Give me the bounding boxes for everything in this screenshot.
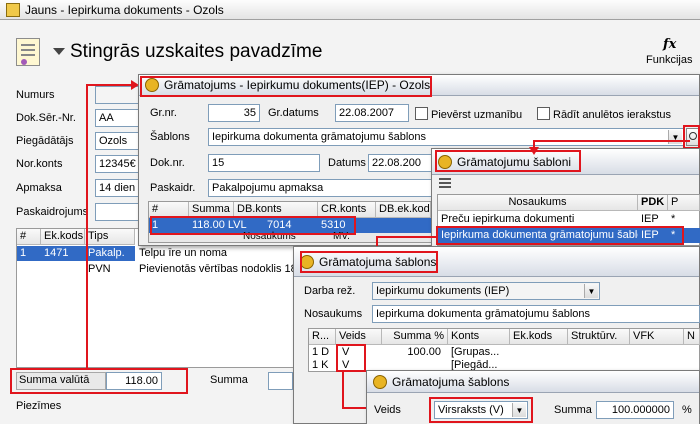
col-header-tips[interactable]: Tips (85, 229, 135, 245)
col-header-r[interactable]: R... (309, 329, 336, 345)
row-summa: 100.00 (407, 346, 441, 358)
veids-label: Veids (374, 404, 401, 416)
document-icon[interactable] (16, 38, 40, 66)
row-num: 1 (20, 247, 27, 259)
gr-nr-label: Gr.nr. (150, 107, 177, 119)
highlight-window-title (300, 251, 438, 273)
paskaidr-field[interactable]: Pakalpojumu apmaksa (208, 179, 432, 197)
connector-line (86, 84, 88, 368)
datums-label: Datums (328, 157, 366, 169)
row-r[interactable]: 1 K (309, 358, 336, 373)
connector-line (376, 236, 436, 238)
functions-button[interactable]: Funkcijas (646, 54, 692, 66)
dok-ser-label: Dok.Sēr.-Nr. (16, 112, 76, 124)
connector-line (86, 84, 136, 86)
dok-nr-label: Dok.nr. (150, 157, 185, 169)
sablons-select[interactable]: Iepirkuma dokumenta grāmatojumu šablons … (208, 128, 684, 146)
highlight-lookup-button (683, 125, 700, 149)
darba-rez-value: Iepirkumu dokuments (IEP) (376, 285, 510, 297)
nor-konts-field[interactable]: 12345€ (95, 155, 140, 173)
pievērst-label: Pievērst uzmanību (431, 109, 523, 121)
col-header-pdk[interactable]: PDK (638, 195, 668, 211)
col-header-summa[interactable]: Summa % (382, 329, 448, 345)
highlight-window-title (140, 76, 432, 97)
highlight-entry-row (150, 216, 356, 235)
col-header-n[interactable]: N (684, 329, 700, 345)
summa-field[interactable] (268, 372, 293, 390)
col-header-num[interactable]: # (17, 229, 41, 245)
col-header-veids[interactable]: Veids (336, 329, 382, 345)
arrow-down-icon (529, 147, 539, 155)
main-window-title: Jauns - Iepirkuma dokuments - Ozols (25, 2, 224, 17)
col-header-ekkods[interactable]: Ek.kods (41, 229, 85, 245)
highlight-summa-box (10, 368, 188, 394)
summa-label: Summa (210, 374, 248, 386)
nosaukums-label: Nosaukums (304, 308, 363, 320)
piezimes-label: Piezīmes (16, 400, 62, 412)
summa-field[interactable]: 100.000000 (596, 401, 674, 419)
col-header-strukturv[interactable]: Struktūrv. (568, 329, 630, 345)
apmaksa-field[interactable]: 14 dien (95, 179, 140, 197)
datums-field[interactable]: 22.08.200 (368, 154, 432, 172)
highlight-window-title (435, 150, 581, 172)
heading-dropdown-icon[interactable] (53, 48, 65, 55)
row-tips: PVN (88, 263, 111, 275)
list-view-icon[interactable] (439, 178, 451, 188)
darba-rez-label: Darba rež. (304, 285, 356, 297)
paskaidrojums-label: Paskaidrojums (16, 206, 89, 218)
radit-checkbox[interactable]: Rādīt anulētos ierakstus (537, 107, 671, 121)
checkbox-icon[interactable] (415, 107, 428, 120)
app-icon (6, 2, 20, 17)
list-item-pdk: IEP (641, 213, 659, 225)
sablons-value: Iepirkuma dokumenta grāmatojumu šablons (212, 131, 427, 143)
coins-icon (373, 374, 387, 389)
radit-label: Rādīt anulētos ierakstus (553, 109, 672, 121)
pievērst-checkbox[interactable]: Pievērst uzmanību (415, 107, 522, 121)
dok-nr-field[interactable]: 15 (208, 154, 320, 172)
paskaidrojums-field[interactable] (95, 203, 140, 221)
col-header-vfk[interactable]: VFK (630, 329, 684, 345)
highlight-veids-select (429, 397, 533, 423)
col-header-konts[interactable]: Konts (448, 329, 510, 345)
row-desc: Pievienotās vērtības nodoklis 18 (139, 263, 296, 275)
apmaksa-label: Apmaksa (16, 182, 62, 194)
gr-datums-field[interactable]: 22.08.2007 (335, 104, 409, 122)
page-title: Stingrās uzskaites pavadzīme (70, 41, 323, 62)
row-ekkods: 1471 (44, 247, 69, 259)
summa-label: Summa (554, 404, 592, 416)
connector-line (342, 372, 344, 408)
row-tips: Pakalp. (88, 247, 125, 259)
nor-konts-label: Nor.konts (16, 158, 63, 170)
row-desc: Telpu īre un noma (139, 247, 228, 259)
gr-nr-field[interactable]: 35 (208, 104, 260, 122)
col-header-db-ek-kods[interactable]: DB.ek.kod (376, 202, 431, 218)
percent-label: % (682, 404, 692, 416)
paskaidr-label: Paskaidr. (150, 182, 196, 194)
piegadatajs-field[interactable]: Ozols (95, 132, 140, 150)
darba-rez-select[interactable]: Iepirkumu dokuments (IEP) ▼ (372, 282, 600, 300)
connector-line (533, 140, 690, 142)
nosaukums-field[interactable]: Iepirkuma dokumenta grāmatojumu šablons (372, 305, 700, 323)
sablons-edit-titlebar[interactable]: Grāmatojuma šablons (367, 371, 699, 393)
chevron-down-icon[interactable]: ▼ (584, 284, 598, 298)
col-header-p[interactable]: P (668, 195, 700, 211)
main-titlebar: Jauns - Iepirkuma dokuments - Ozols (0, 0, 700, 20)
table-row[interactable]: 1 1471 Pakalp. (17, 246, 135, 261)
list-item-name[interactable]: Preču iepirkuma dokumenti (438, 212, 638, 227)
col-header-ek-kods[interactable]: Ek.kods (510, 329, 568, 345)
col-header-nosaukums[interactable]: Nosaukums (438, 195, 638, 211)
functions-icon[interactable]: fx (663, 37, 676, 52)
sablons-edit-window-title: Grāmatojuma šablons (392, 374, 510, 389)
highlight-veids-cells (336, 344, 366, 372)
checkbox-icon[interactable] (537, 107, 550, 120)
highlight-selected-template (436, 226, 684, 245)
dok-ser-field[interactable]: AA (95, 109, 140, 127)
sablons-label: Šablons (150, 131, 190, 143)
gr-datums-label: Gr.datums (268, 107, 319, 119)
list-item-p: * (671, 213, 676, 225)
numurs-label: Numurs (16, 89, 55, 101)
piegadatajs-label: Piegādātājs (16, 135, 74, 147)
